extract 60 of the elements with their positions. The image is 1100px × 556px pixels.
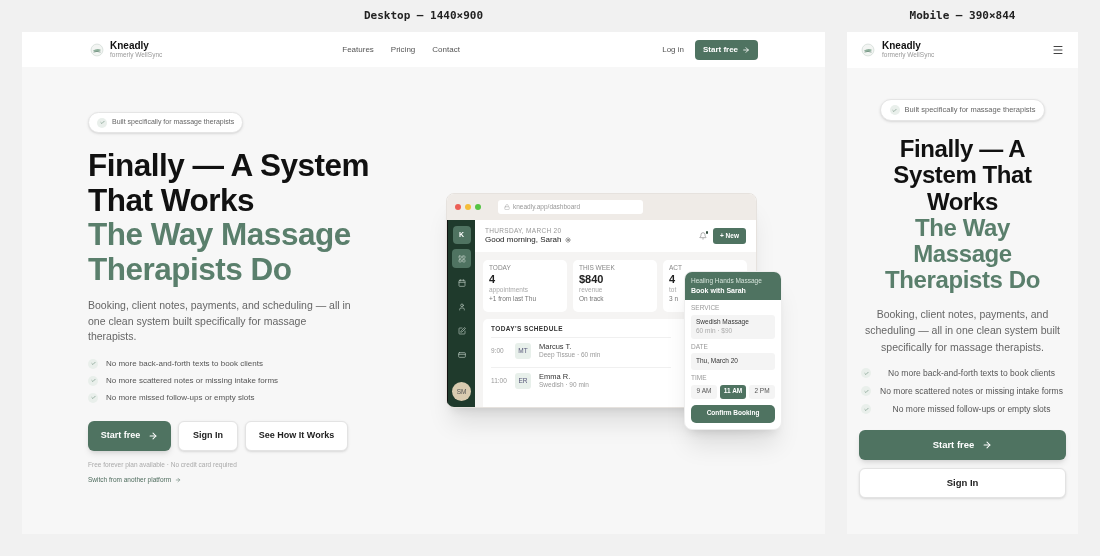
start-free-button[interactable]: Start free <box>859 430 1066 461</box>
start-free-button[interactable]: Start free <box>88 420 171 451</box>
check-icon <box>861 404 871 415</box>
check-icon <box>88 392 98 403</box>
login-link[interactable]: Log in <box>662 43 684 56</box>
check-icon <box>97 117 107 128</box>
headline-line: Finally — A System <box>88 148 369 183</box>
secondary-button[interactable]: See How It Works <box>245 420 348 451</box>
card-icon <box>457 350 466 359</box>
headline-line: Finally — A <box>899 136 1026 163</box>
headline-line: Works <box>927 188 998 215</box>
brand-name[interactable]: Kneadly <box>882 41 921 52</box>
headline-line: That Works <box>88 182 254 217</box>
check-icon <box>88 358 98 369</box>
headline-accent-line: The Way Massage <box>88 217 351 252</box>
bell-icon[interactable] <box>699 232 707 240</box>
logo-icon <box>861 43 875 57</box>
hero-paragraph: Booking, client notes, payments, and scheduling — all in one clean system built specifically for massage therapists. <box>88 298 352 344</box>
arrow-icon <box>742 45 751 54</box>
arrow-icon <box>982 440 993 451</box>
frame-label: Desktop — 1440×900 <box>363 7 484 24</box>
brand-name[interactable]: Kneadly <box>110 40 149 51</box>
checklist-item: No more scattered notes or missing intake forms <box>879 385 1064 398</box>
check-icon <box>861 368 871 379</box>
frame-label: Mobile — 390×844 <box>909 7 1016 24</box>
person-icon <box>457 302 466 311</box>
calendar-icon <box>457 278 466 287</box>
checklist-item: No more missed follow-ups or empty slots <box>891 403 1052 416</box>
headline-accent-line: Therapists Do <box>88 251 292 286</box>
headline-accent-line: Therapists Do <box>885 267 1040 294</box>
nav-link[interactable]: Pricing <box>390 43 416 56</box>
secondary-button[interactable]: Sign In <box>859 468 1066 499</box>
sidebar-nav-button[interactable] <box>452 249 471 268</box>
greeting: Good morning, Sarah <box>485 236 562 245</box>
stat-value: $840 <box>579 273 604 285</box>
stat-value: 4 <box>669 273 676 285</box>
arrow-icon <box>175 477 182 484</box>
checklist-item: No more scattered notes or missing intake forms <box>106 374 279 387</box>
hero-paragraph: Booking, client notes, payments, and scheduling — all in one clean system built specifically for massage therapists. <box>864 306 1061 355</box>
checklist-item: No more missed follow-ups or empty slots <box>106 391 255 404</box>
checklist-item: No more back-and-forth texts to book clients <box>106 357 263 370</box>
headline-accent-line: The Way <box>915 214 1010 242</box>
stat-value: 4 <box>489 273 496 285</box>
checklist-item: No more back-and-forth texts to book clients <box>887 367 1056 380</box>
sun-icon <box>564 237 571 244</box>
start-free-button[interactable]: Start free <box>695 39 758 60</box>
check-icon <box>88 375 98 386</box>
check-icon <box>889 105 900 115</box>
headline-accent-line: Massage <box>913 241 1012 268</box>
lock-icon <box>504 204 510 210</box>
arrow-icon <box>148 430 159 441</box>
nav-link[interactable]: Contact <box>432 43 460 56</box>
headline-line: System That <box>893 162 1032 189</box>
nav-link[interactable]: Features <box>342 43 374 56</box>
grid-icon <box>457 254 466 263</box>
secondary-button[interactable]: Sign In <box>178 420 238 451</box>
menu-icon[interactable] <box>1052 44 1064 56</box>
edit-icon <box>457 326 466 335</box>
check-icon <box>861 386 871 397</box>
logo-icon <box>90 42 104 57</box>
